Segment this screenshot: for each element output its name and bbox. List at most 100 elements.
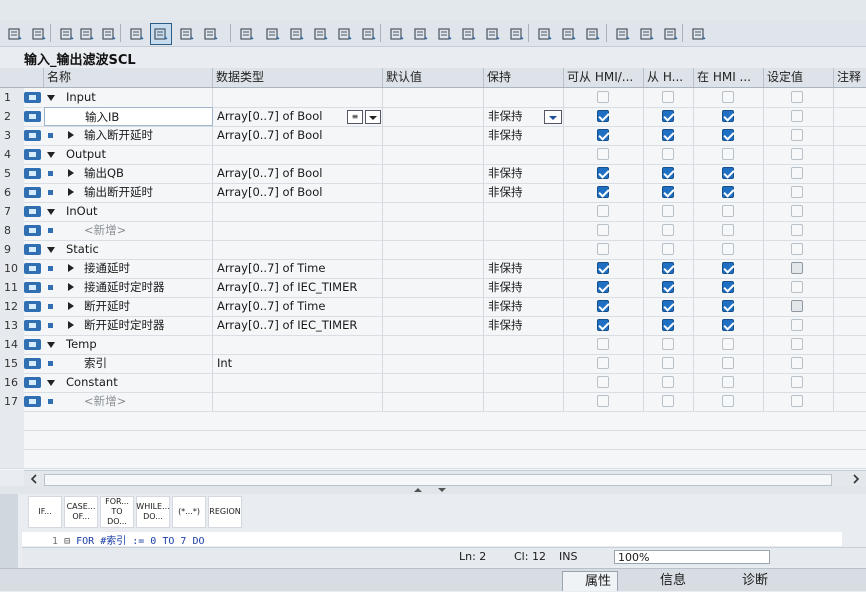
uncomment-icon[interactable] [482, 23, 504, 45]
checkbox-hmi-write[interactable] [662, 186, 674, 198]
cell-datatype[interactable]: Array[0..7] of IEC_TIMER [213, 278, 383, 297]
checkbox-hmi-write[interactable] [662, 376, 674, 388]
checkbox-setpoint[interactable] [791, 110, 803, 122]
compare-icon[interactable] [286, 23, 308, 45]
code-line-text[interactable]: FOR #索引 := 0 TO 7 DO [76, 536, 204, 547]
checkbox-hmi-write[interactable] [662, 167, 674, 179]
checkbox-hmi-write[interactable] [662, 224, 674, 236]
cell-datatype[interactable]: Array[0..7] of Bool [213, 183, 383, 202]
cell-retain[interactable] [484, 354, 564, 373]
header-datatype[interactable]: 数据类型 [213, 68, 383, 87]
cell-default[interactable] [383, 335, 484, 354]
cell-datatype[interactable] [213, 240, 383, 259]
cell-retain[interactable]: 非保持 [484, 126, 564, 145]
table-row[interactable]: 9 Static [0, 240, 866, 260]
instruction-button[interactable]: CASE... OF... [64, 496, 98, 528]
table-row[interactable]: 3 输入断开延时 Array[0..7] of Bool 非保持 [0, 126, 866, 146]
cell-default[interactable] [383, 278, 484, 297]
cell-default[interactable] [383, 259, 484, 278]
cell-name[interactable]: 输入断开延时 [44, 126, 213, 145]
cell-comment[interactable] [834, 297, 866, 316]
cell-datatype[interactable] [213, 335, 383, 354]
cell-comment[interactable] [834, 145, 866, 164]
cell-retain[interactable] [484, 221, 564, 240]
watch-icon[interactable] [358, 23, 380, 45]
cell-name[interactable]: 断开延时 [44, 297, 213, 316]
cell-name[interactable]: 接通延时 [44, 259, 213, 278]
header-comment[interactable]: 注释 [834, 68, 866, 87]
add-row-icon[interactable] [28, 23, 50, 45]
cell-datatype[interactable]: Array[0..7] of Time [213, 297, 383, 316]
align-icon[interactable] [434, 23, 456, 45]
cell-default[interactable] [383, 164, 484, 183]
checkbox-hmi-write[interactable] [662, 91, 674, 103]
cell-datatype[interactable] [213, 373, 383, 392]
checkbox-hmi-visible[interactable] [722, 224, 734, 236]
cell-comment[interactable] [834, 221, 866, 240]
cell-default[interactable] [383, 202, 484, 221]
header-setpoint[interactable]: 设定值 [764, 68, 834, 87]
checkbox-hmi-access[interactable] [597, 357, 609, 369]
checkbox-setpoint[interactable] [791, 243, 803, 255]
cell-datatype[interactable] [213, 202, 383, 221]
insert-row-icon[interactable] [4, 23, 26, 45]
instruction-button[interactable]: FOR... TO DO... [100, 496, 134, 528]
cell-default[interactable] [383, 107, 484, 126]
cell-retain[interactable]: 非保持 [484, 183, 564, 202]
checkbox-hmi-access[interactable] [597, 205, 609, 217]
checkbox-hmi-access[interactable] [597, 243, 609, 255]
cell-retain[interactable]: 非保持 [484, 164, 564, 183]
checkbox-hmi-write[interactable] [662, 243, 674, 255]
cell-name[interactable]: InOut [44, 202, 213, 221]
download-icon[interactable] [150, 23, 172, 45]
horizontal-scrollbar[interactable] [24, 470, 866, 487]
checkbox-hmi-write[interactable] [662, 262, 674, 274]
checkbox-hmi-visible[interactable] [722, 376, 734, 388]
cell-default[interactable] [383, 297, 484, 316]
checkbox-hmi-visible[interactable] [722, 186, 734, 198]
scroll-left-icon[interactable] [28, 473, 40, 485]
checkbox-hmi-access[interactable] [597, 338, 609, 350]
cell-comment[interactable] [834, 164, 866, 183]
cell-default[interactable] [383, 183, 484, 202]
cell-datatype[interactable] [213, 392, 383, 411]
instruction-button[interactable]: IF... [28, 496, 62, 528]
checkbox-hmi-write[interactable] [662, 338, 674, 350]
tab-diagnostics[interactable]: 诊断 [720, 571, 774, 591]
header-retain[interactable]: 保持 [484, 68, 564, 87]
checkbox-hmi-write[interactable] [662, 395, 674, 407]
table-row[interactable]: 14 Temp [0, 335, 866, 355]
cell-default[interactable] [383, 392, 484, 411]
checkbox-hmi-access[interactable] [597, 129, 609, 141]
checkbox-hmi-visible[interactable] [722, 357, 734, 369]
cell-default[interactable] [383, 373, 484, 392]
header-hmi-access[interactable]: 可从 HMI/... [564, 68, 644, 87]
cell-comment[interactable] [834, 316, 866, 335]
cell-comment[interactable] [834, 278, 866, 297]
cell-default[interactable] [383, 240, 484, 259]
checkbox-setpoint[interactable] [791, 319, 803, 331]
table-row[interactable]: 15 索引 Int [0, 354, 866, 374]
header-name[interactable]: 名称 [44, 68, 213, 87]
cell-retain[interactable] [484, 145, 564, 164]
panel-splitter[interactable] [0, 486, 866, 494]
tab-info[interactable]: 信息 [638, 571, 692, 591]
auto-icon[interactable] [176, 23, 198, 45]
checkbox-setpoint[interactable] [791, 376, 803, 388]
refresh-icon[interactable] [236, 23, 258, 45]
cell-comment[interactable] [834, 373, 866, 392]
checkbox-hmi-access[interactable] [597, 167, 609, 179]
checkbox-hmi-write[interactable] [662, 300, 674, 312]
checkbox-hmi-access[interactable] [597, 262, 609, 274]
checkbox-setpoint[interactable] [791, 224, 803, 236]
checkbox-setpoint[interactable] [791, 338, 803, 350]
checkbox-hmi-write[interactable] [662, 110, 674, 122]
cell-retain[interactable]: 非保持 [484, 107, 564, 126]
cell-name[interactable]: 输出断开延时 [44, 183, 213, 202]
checkbox-setpoint[interactable] [791, 395, 803, 407]
checkbox-hmi-access[interactable] [597, 110, 609, 122]
cell-name[interactable]: Static [44, 240, 213, 259]
checkbox-hmi-visible[interactable] [722, 243, 734, 255]
checkbox-setpoint[interactable] [791, 300, 803, 312]
checkbox-setpoint[interactable] [791, 205, 803, 217]
